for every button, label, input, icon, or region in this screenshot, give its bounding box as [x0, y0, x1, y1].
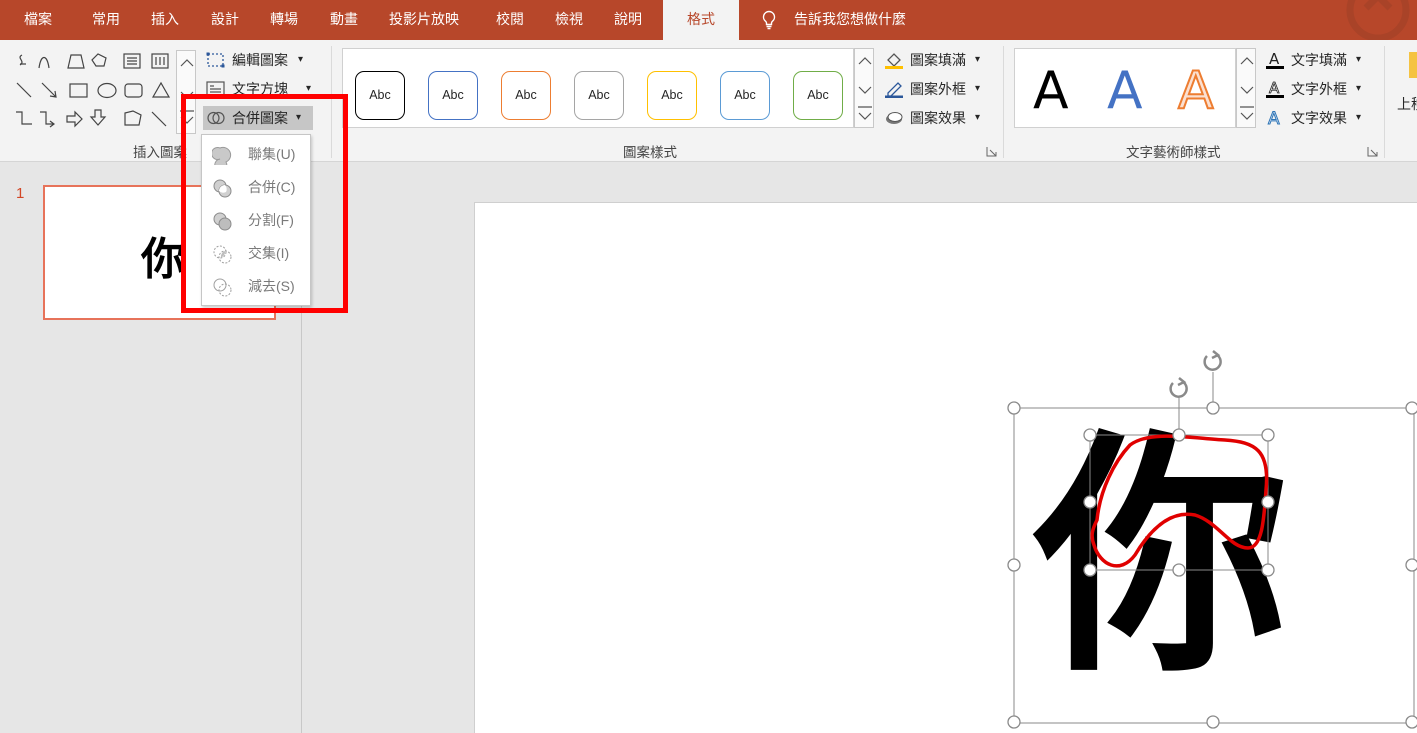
menu-item-subtract[interactable]: 減去(S) — [202, 270, 310, 303]
subtract-icon — [213, 278, 232, 297]
intersect-icon — [213, 245, 232, 264]
menu-item-intersect[interactable]: 交集(I) — [202, 237, 310, 270]
rotate-handle-icon — [1203, 350, 1222, 371]
inner-selection-box — [1089, 434, 1269, 571]
merge-shapes-menu: 聯集(U) 合併(C) 分割(F) 交集(I) 減去(S) — [201, 134, 311, 306]
union-icon — [212, 146, 232, 165]
menu-item-combine[interactable]: 合併(C) — [202, 171, 310, 204]
combine-icon — [213, 179, 232, 198]
fragment-icon — [213, 212, 232, 231]
outer-selection-box — [1013, 407, 1415, 724]
menu-item-union[interactable]: 聯集(U) — [202, 138, 310, 171]
selection-overlay — [1007, 350, 1417, 729]
menu-item-fragment[interactable]: 分割(F) — [202, 204, 310, 237]
rotate-handle-icon — [1169, 377, 1188, 398]
freeform-red-shape — [1090, 434, 1269, 568]
resize-handles — [1007, 401, 1417, 729]
